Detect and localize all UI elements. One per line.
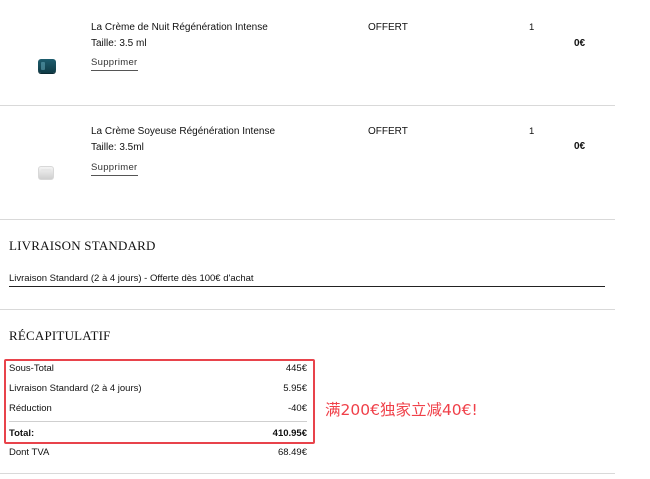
product-price: OFFERT xyxy=(368,126,408,137)
white-jar-icon xyxy=(38,166,54,180)
product-total: 0€ xyxy=(574,38,586,49)
product-name[interactable]: La Crème Soyeuse Régénération Intense xyxy=(91,126,275,137)
remove-button[interactable]: Supprimer xyxy=(91,57,138,71)
product-size: Taille: 3.5 ml xyxy=(91,38,147,49)
cart-item-night-cream: La Crème de Nuit Régénération Intense Ta… xyxy=(0,0,615,105)
tax-label: Dont TVA xyxy=(9,447,50,458)
product-total: 0€ xyxy=(574,141,586,152)
summary-title: RÉCAPITULATIF xyxy=(9,328,111,343)
promo-annotation: 满200€独家立减40€! xyxy=(325,401,478,419)
shipping-option[interactable]: Livraison Standard (2 à 4 jours) - Offer… xyxy=(9,273,605,287)
tax-value: 68.49€ xyxy=(277,447,307,458)
product-price: OFFERT xyxy=(368,22,408,33)
dark-jar-icon xyxy=(38,59,56,73)
shipping-title: LIVRAISON STANDARD xyxy=(9,238,156,253)
product-quantity[interactable]: 1 xyxy=(529,22,534,33)
divider xyxy=(0,309,615,310)
remove-button[interactable]: Supprimer xyxy=(91,162,138,176)
highlight-box xyxy=(4,359,315,444)
divider xyxy=(0,219,615,220)
divider xyxy=(0,473,615,474)
product-name[interactable]: La Crème de Nuit Régénération Intense xyxy=(91,22,268,33)
summary-tax-row: Dont TVA 68.49€ xyxy=(9,447,307,459)
product-size: Taille: 3.5ml xyxy=(91,142,144,153)
product-quantity[interactable]: 1 xyxy=(529,126,534,137)
cart-item-silky-cream: La Crème Soyeuse Régénération Intense Ta… xyxy=(0,105,615,219)
